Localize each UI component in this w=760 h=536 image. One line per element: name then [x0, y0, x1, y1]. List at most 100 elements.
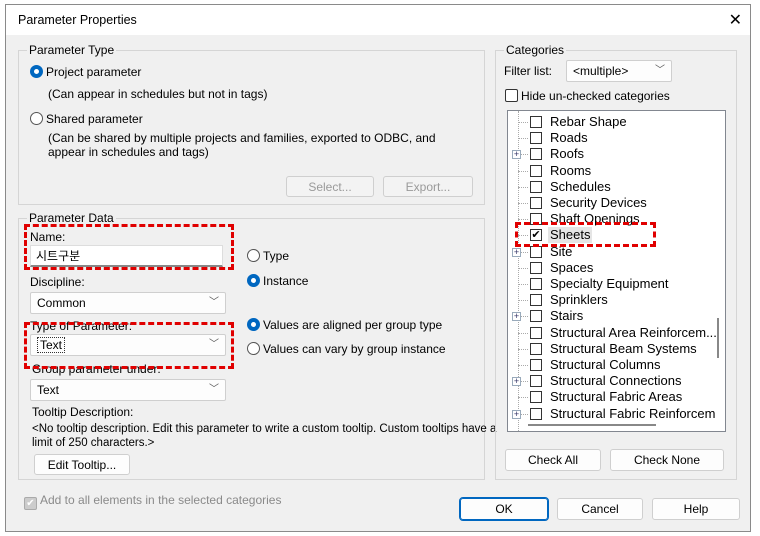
checkbox-icon[interactable]: [530, 164, 542, 177]
checkbox-icon[interactable]: [530, 278, 542, 290]
category-item[interactable]: + Structural Connections: [508, 373, 725, 389]
category-item[interactable]: Sprinklers: [508, 292, 725, 308]
expand-icon[interactable]: +: [512, 247, 521, 257]
category-item[interactable]: + Structural Fabric Reinforcem: [508, 406, 725, 422]
title-bar: Parameter Properties ✕: [6, 5, 750, 35]
help-button[interactable]: Help: [652, 498, 740, 520]
expand-icon[interactable]: +: [512, 377, 521, 387]
checkbox-label: Hide un-checked categories: [521, 89, 670, 103]
tooltip-description: <No tooltip description. Edit this param…: [32, 422, 496, 452]
category-item[interactable]: Schedules: [508, 179, 725, 195]
checkbox-icon[interactable]: [530, 261, 542, 274]
category-item[interactable]: + Roofs: [508, 146, 725, 162]
category-item[interactable]: Roads: [508, 130, 725, 146]
tree-line: [518, 300, 528, 302]
category-item[interactable]: Structural Fabric Areas: [508, 389, 725, 405]
sheets-highlight-box: [515, 222, 656, 247]
checkbox-icon[interactable]: [530, 391, 542, 404]
tree-line: [518, 122, 528, 123]
group-parameter-dropdown[interactable]: Text ﹀: [30, 379, 226, 401]
radio-label: Values are aligned per group type: [263, 318, 443, 332]
checkbox-icon[interactable]: [530, 375, 542, 388]
checkbox-icon[interactable]: [530, 342, 542, 355]
category-label: Rooms: [550, 162, 592, 178]
radio-label: Type: [263, 249, 290, 263]
tree-line: [518, 219, 528, 221]
ok-button[interactable]: OK: [459, 497, 549, 521]
export-button[interactable]: Export...: [383, 176, 473, 197]
select-button[interactable]: Select...: [286, 176, 374, 197]
checkbox-icon[interactable]: [530, 407, 542, 420]
discipline-dropdown[interactable]: Common ﹀: [30, 292, 226, 314]
category-item[interactable]: Structural Columns: [508, 357, 725, 373]
checkbox-icon[interactable]: [530, 148, 542, 161]
category-label: Spaces: [550, 259, 594, 275]
radio-label: Shared parameter: [46, 112, 143, 126]
radio-label: Project parameter: [46, 65, 142, 79]
checkbox-icon[interactable]: [530, 197, 542, 209]
checkbox-icon[interactable]: [530, 180, 542, 193]
checkbox-icon[interactable]: [530, 326, 542, 339]
category-label: Stairs: [550, 308, 584, 324]
category-item[interactable]: Rooms: [508, 163, 725, 179]
horizontal-scrollbar[interactable]: [528, 424, 656, 426]
category-label: Structural Columns: [550, 357, 661, 372]
tooltip-text-line-2: limit of 250 characters.>: [32, 437, 155, 449]
project-parameter-radio[interactable]: Project parameter: [30, 65, 141, 79]
checkbox-icon[interactable]: [530, 245, 542, 258]
category-label: Structural Connections: [550, 373, 682, 389]
values-aligned-radio[interactable]: Values are aligned per group type: [247, 318, 442, 332]
radio-icon: [30, 65, 43, 78]
values-vary-radio[interactable]: Values can vary by group instance: [247, 342, 446, 356]
checkbox-icon: ✔: [24, 497, 37, 510]
edit-tooltip-button[interactable]: Edit Tooltip...: [34, 454, 130, 475]
category-item[interactable]: + Stairs: [508, 308, 725, 324]
tree-line: [518, 332, 528, 334]
tree-line: [518, 170, 528, 172]
hide-unchecked-checkbox[interactable]: Hide un-checked categories: [505, 89, 670, 103]
type-radio[interactable]: Type: [247, 249, 289, 263]
category-item[interactable]: Security Devices: [508, 195, 725, 211]
radio-icon: [247, 342, 260, 355]
filter-list-dropdown[interactable]: <multiple> ﹀: [566, 60, 672, 82]
checkbox-icon[interactable]: [530, 116, 542, 128]
expand-icon[interactable]: +: [512, 409, 521, 419]
check-none-button[interactable]: Check None: [610, 449, 724, 471]
category-item[interactable]: Rebar Shape: [508, 114, 725, 130]
radio-icon: [30, 112, 43, 125]
filter-list-label: Filter list:: [504, 64, 552, 78]
radio-label: Instance: [263, 274, 309, 288]
shared-parameter-description-1: (Can be shared by multiple projects and …: [48, 131, 436, 145]
checkbox-icon[interactable]: [530, 310, 542, 323]
category-item[interactable]: Specialty Equipment: [508, 276, 725, 292]
checkbox-icon[interactable]: [530, 359, 542, 371]
tree-line: [518, 138, 528, 140]
category-label: Rebar Shape: [550, 114, 627, 129]
radio-label: Values can vary by group instance: [263, 342, 446, 356]
cancel-button[interactable]: Cancel: [557, 498, 643, 520]
chevron-down-icon: ﹀: [655, 65, 665, 76]
add-to-all-checkbox[interactable]: ✔ Add to all elements in the selected cat…: [24, 493, 281, 510]
expand-icon[interactable]: +: [512, 150, 521, 160]
shared-parameter-radio[interactable]: Shared parameter: [30, 112, 143, 126]
category-item[interactable]: Spaces: [508, 260, 725, 276]
tree-line: [518, 397, 528, 399]
category-label: Roofs: [550, 146, 584, 162]
expand-icon[interactable]: +: [512, 312, 521, 322]
category-label: Structural Fabric Areas: [550, 389, 683, 405]
group-label: Parameter Type: [27, 43, 117, 57]
close-icon[interactable]: ✕: [729, 10, 742, 30]
check-all-button[interactable]: Check All: [505, 449, 601, 471]
checkbox-icon[interactable]: [530, 294, 542, 307]
shared-parameter-description-2: appear in schedules and tags): [48, 145, 209, 159]
checkbox-label: Add to all elements in the selected cate…: [40, 493, 282, 507]
categories-tree[interactable]: Rebar Shape Roads + Roofs Rooms Schedules Secu…: [507, 110, 726, 432]
instance-radio[interactable]: Instance: [247, 274, 308, 288]
checkbox-icon[interactable]: [530, 132, 542, 145]
category-item[interactable]: Structural Area Reinforcem...: [508, 325, 725, 341]
chevron-down-icon: ﹀: [209, 297, 219, 308]
category-label: Roads: [550, 130, 588, 146]
category-item[interactable]: Structural Beam Systems: [508, 341, 725, 357]
tree-line: [518, 365, 528, 366]
radio-icon: [247, 249, 260, 262]
